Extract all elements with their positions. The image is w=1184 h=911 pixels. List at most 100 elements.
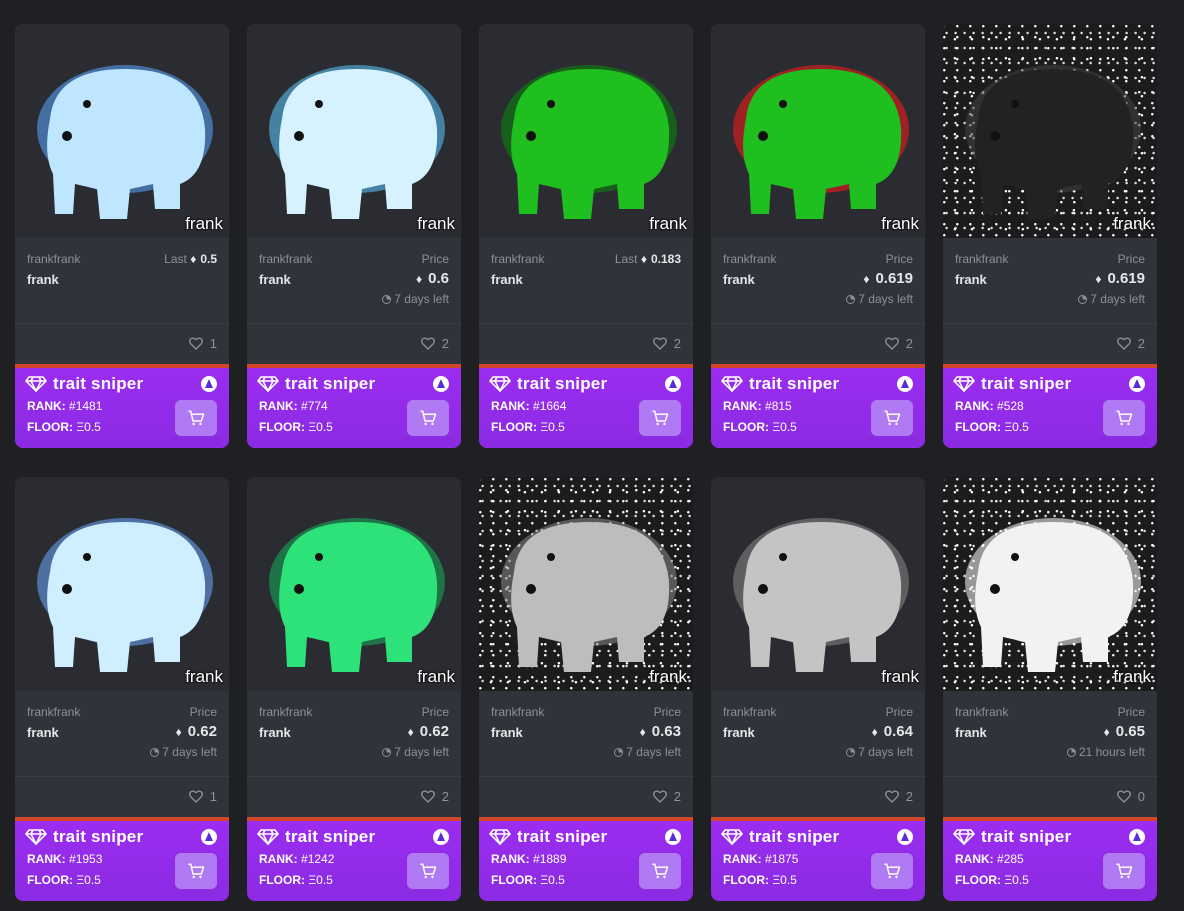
- add-to-cart-button[interactable]: [871, 853, 913, 889]
- nft-name[interactable]: frank: [955, 725, 987, 740]
- rank: RANK: #774: [259, 399, 328, 413]
- trait-sniper-logo-icon[interactable]: [433, 376, 449, 392]
- trait-sniper-logo-icon[interactable]: [201, 829, 217, 845]
- floor-value: Ξ0.5: [540, 873, 565, 887]
- nft-image[interactable]: frank: [711, 477, 925, 691]
- nft-card[interactable]: frank frankfrank frank Price ♦ 0.63 7 days lef…: [479, 477, 693, 901]
- collection-name[interactable]: frankfrank: [955, 705, 1008, 719]
- favorite-button[interactable]: 2: [420, 335, 449, 351]
- nft-card[interactable]: frank frankfrank frank Price ♦ 0.62 7 days lef…: [247, 477, 461, 901]
- favorite-button[interactable]: 2: [884, 335, 913, 351]
- trait-sniper-logo-icon[interactable]: [201, 376, 217, 392]
- add-to-cart-button[interactable]: [639, 400, 681, 436]
- nft-info: frankfrank frank Price ♦ 0.63 7 days left: [491, 703, 681, 783]
- cart-icon: [1116, 863, 1133, 879]
- nft-name[interactable]: frank: [259, 725, 291, 740]
- nft-image[interactable]: frank: [711, 24, 925, 238]
- trait-sniper-logo-icon[interactable]: [897, 829, 913, 845]
- add-to-cart-button[interactable]: [407, 400, 449, 436]
- time-left-text: 7 days left: [1090, 292, 1145, 306]
- rank-label: RANK:: [259, 399, 298, 413]
- nft-watermark: frank: [417, 667, 455, 686]
- nft-card[interactable]: frank frankfrank frank Price ♦ 0.619 7 days le…: [943, 24, 1157, 448]
- bear-artwork: [37, 65, 213, 219]
- favorite-button[interactable]: 2: [1116, 335, 1145, 351]
- add-to-cart-button[interactable]: [871, 400, 913, 436]
- card-footer: 2: [943, 323, 1157, 364]
- clock-icon: [150, 748, 160, 757]
- add-to-cart-button[interactable]: [639, 853, 681, 889]
- nft-image[interactable]: frank: [247, 477, 461, 691]
- add-to-cart-button[interactable]: [175, 400, 217, 436]
- cart-icon: [652, 863, 669, 879]
- nft-name[interactable]: frank: [491, 272, 523, 287]
- trait-sniper-logo-icon[interactable]: [665, 829, 681, 845]
- floor-value: Ξ0.5: [76, 420, 101, 434]
- nft-image[interactable]: frank: [479, 24, 693, 238]
- favorite-count: 1: [209, 788, 217, 804]
- trait-sniper-panel: trait sniper RANK: #1664 FLOOR: Ξ0.5: [479, 364, 693, 448]
- nft-name[interactable]: frank: [27, 272, 59, 287]
- nft-watermark: frank: [881, 667, 919, 686]
- nft-image[interactable]: frank: [943, 24, 1157, 238]
- collection-name[interactable]: frankfrank: [491, 705, 544, 719]
- floor-label: FLOOR:: [259, 420, 305, 434]
- nft-card[interactable]: frank frankfrank frank Last ♦ 0.5 1 trait snip…: [15, 24, 229, 448]
- trait-sniper-title: trait sniper: [953, 827, 1071, 847]
- favorite-button[interactable]: 2: [652, 788, 681, 804]
- trait-sniper-logo-icon[interactable]: [1129, 829, 1145, 845]
- nft-card[interactable]: frank frankfrank frank Price ♦ 0.6 7 days left…: [247, 24, 461, 448]
- collection-name[interactable]: frankfrank: [723, 252, 776, 266]
- add-to-cart-button[interactable]: [407, 853, 449, 889]
- nft-card[interactable]: frank frankfrank frank Last ♦ 0.183 2 trait sn…: [479, 24, 693, 448]
- add-to-cart-button[interactable]: [1103, 853, 1145, 889]
- floor-value: Ξ0.5: [308, 420, 333, 434]
- nft-name[interactable]: frank: [723, 272, 755, 287]
- trait-sniper-logo-icon[interactable]: [897, 376, 913, 392]
- nft-name[interactable]: frank: [27, 725, 59, 740]
- trait-sniper-logo-icon[interactable]: [1129, 376, 1145, 392]
- trait-sniper-logo-icon[interactable]: [665, 376, 681, 392]
- favorite-count: 2: [905, 788, 913, 804]
- favorite-button[interactable]: 1: [188, 335, 217, 351]
- collection-name[interactable]: frankfrank: [723, 705, 776, 719]
- nft-image[interactable]: frank: [15, 477, 229, 691]
- nft-image[interactable]: frank: [247, 24, 461, 238]
- nft-card[interactable]: frank frankfrank frank Price ♦ 0.62 7 days lef…: [15, 477, 229, 901]
- eth-icon: ♦: [871, 725, 878, 739]
- card-footer: 2: [247, 323, 461, 364]
- nft-card[interactable]: frank frankfrank frank Price ♦ 0.619 7 days le…: [711, 24, 925, 448]
- favorite-button[interactable]: 2: [420, 788, 449, 804]
- last-sale-value: 0.183: [650, 252, 681, 266]
- bear-artwork: [501, 65, 677, 219]
- collection-name[interactable]: frankfrank: [259, 252, 312, 266]
- nft-name[interactable]: frank: [955, 272, 987, 287]
- nft-name[interactable]: frank: [259, 272, 291, 287]
- collection-name[interactable]: frankfrank: [27, 705, 80, 719]
- floor-label: FLOOR:: [27, 420, 73, 434]
- heart-icon: [652, 790, 667, 803]
- price-value: ♦ 0.619: [1095, 270, 1145, 287]
- add-to-cart-button[interactable]: [175, 853, 217, 889]
- nft-card[interactable]: frank frankfrank frank Price ♦ 0.65 21 hours l…: [943, 477, 1157, 901]
- trait-sniper-logo-icon[interactable]: [433, 829, 449, 845]
- favorite-button[interactable]: 2: [884, 788, 913, 804]
- favorite-button[interactable]: 2: [652, 335, 681, 351]
- nft-image[interactable]: frank: [479, 477, 693, 691]
- nft-card[interactable]: frank frankfrank frank Price ♦ 0.64 7 days lef…: [711, 477, 925, 901]
- bear-artwork: [965, 518, 1141, 672]
- collection-name[interactable]: frankfrank: [491, 252, 544, 266]
- nft-image[interactable]: frank: [943, 477, 1157, 691]
- add-to-cart-button[interactable]: [1103, 400, 1145, 436]
- nft-name[interactable]: frank: [723, 725, 755, 740]
- nft-image[interactable]: frank: [15, 24, 229, 238]
- price-label: Price: [1117, 252, 1145, 266]
- collection-name[interactable]: frankfrank: [955, 252, 1008, 266]
- collection-name[interactable]: frankfrank: [27, 252, 80, 266]
- favorite-button[interactable]: 1: [188, 788, 217, 804]
- floor: FLOOR: Ξ0.5: [27, 420, 101, 434]
- nft-name[interactable]: frank: [491, 725, 523, 740]
- favorite-count: 2: [673, 335, 681, 351]
- favorite-button[interactable]: 0: [1116, 788, 1145, 804]
- collection-name[interactable]: frankfrank: [259, 705, 312, 719]
